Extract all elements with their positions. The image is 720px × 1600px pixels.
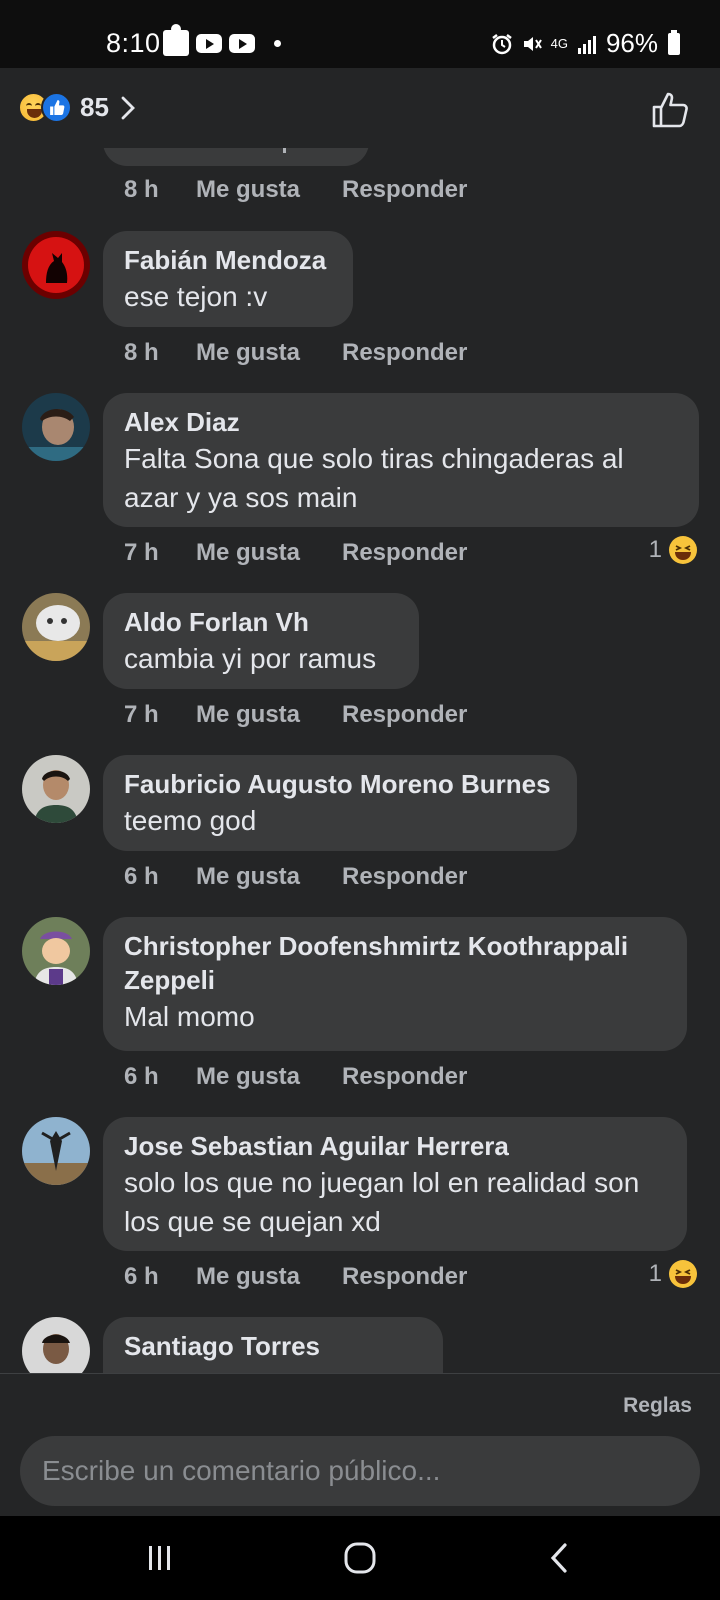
comment-actions: 8 h Me gusta Responder	[124, 176, 467, 204]
youtube-icon	[196, 33, 222, 53]
like-link[interactable]: Me gusta	[196, 539, 342, 567]
dot-icon	[274, 39, 281, 47]
reaction-summary[interactable]: 85	[18, 92, 137, 123]
reply-link[interactable]: Responder	[342, 176, 467, 204]
reply-link[interactable]: Responder	[342, 701, 467, 729]
reaction-count: 1	[648, 536, 662, 563]
comment-author[interactable]: Santiago Torres	[124, 1329, 423, 1363]
comment-bubble[interactable]: Faubricio Augusto Moreno Burnes teemo go…	[103, 755, 577, 851]
comment-time: 8 h	[124, 339, 159, 366]
comment-time: 7 h	[124, 701, 159, 728]
battery-icon	[668, 29, 680, 55]
like-link[interactable]: Me gusta	[196, 1263, 342, 1291]
like-link[interactable]: Me gusta	[196, 863, 342, 891]
back-button[interactable]	[500, 1516, 620, 1600]
home-icon	[344, 1542, 376, 1574]
like-link[interactable]: Me gusta	[196, 1063, 342, 1091]
rules-link[interactable]: Reglas	[623, 1394, 692, 1418]
comment-reactions[interactable]: 1	[649, 1259, 698, 1289]
person-avatar[interactable]	[22, 393, 90, 461]
reply-link[interactable]: Responder	[342, 1263, 467, 1291]
cat-avatar[interactable]	[22, 593, 90, 661]
comment-text: cambia yi por ramus	[124, 643, 377, 674]
like-link[interactable]: Me gusta	[196, 176, 342, 204]
comment-text: Falta Sona que solo tiras chingaderas al…	[124, 443, 624, 513]
comment-list[interactable]: 8 h Me gusta Responder Fabián Mendoza es…	[0, 148, 720, 1373]
comment-actions: 6 h Me gusta Responder	[124, 863, 467, 891]
wolf-avatar[interactable]	[22, 231, 90, 299]
figure-avatar[interactable]	[22, 1117, 90, 1185]
comment-bubble[interactable]: Christopher Doofenshmirtz Koothrappali Z…	[103, 917, 687, 1051]
reaction-count: 85	[80, 92, 109, 122]
comment-bubble[interactable]: Santiago Torres	[103, 1317, 443, 1373]
comment-text: teemo god	[124, 805, 257, 836]
comment-time: 7 h	[124, 539, 159, 566]
system-icons: 4G 96%	[491, 28, 680, 59]
recents-button[interactable]	[100, 1516, 220, 1600]
like-icon	[41, 92, 72, 123]
comment-bubble[interactable]: Jose Sebastian Aguilar Herrera solo los …	[103, 1117, 687, 1251]
alarm-icon	[491, 33, 512, 54]
status-bar: 8:10 4G 96%	[0, 0, 720, 68]
comment-time: 6 h	[124, 863, 159, 890]
comment-bubble[interactable]: Alex Diaz Falta Sona que solo tiras chin…	[103, 393, 699, 527]
haha-icon	[669, 1260, 697, 1288]
comment-actions: 6 h Me gusta Responder	[124, 1263, 467, 1291]
notification-icons	[163, 24, 281, 56]
comment-time: 6 h	[124, 1063, 159, 1090]
like-link[interactable]: Me gusta	[196, 701, 342, 729]
back-icon	[550, 1543, 567, 1573]
comment-author[interactable]: Christopher Doofenshmirtz Koothrappali Z…	[124, 929, 664, 997]
reply-link[interactable]: Responder	[342, 1063, 467, 1091]
partial-comment-bubble	[103, 148, 369, 166]
mute-icon	[523, 36, 542, 51]
recents-icon	[149, 1546, 170, 1570]
like-link[interactable]: Me gusta	[196, 339, 342, 367]
comment-actions: 7 h Me gusta Responder	[124, 539, 467, 567]
navigation-bar	[0, 1516, 720, 1600]
comment-author[interactable]: Aldo Forlan Vh	[124, 605, 399, 639]
comment-text: solo los que no juegan lol en realidad s…	[124, 1167, 640, 1237]
comment-actions: 8 h Me gusta Responder	[124, 339, 467, 367]
network-type: 4G	[550, 35, 568, 51]
home-button[interactable]	[300, 1516, 420, 1600]
comment-author[interactable]: Alex Diaz	[124, 405, 679, 439]
comment-composer: Reglas	[0, 1373, 720, 1513]
comment-time: 6 h	[124, 1263, 159, 1290]
haha-icon	[669, 536, 697, 564]
comment-bubble[interactable]: Fabián Mendoza ese tejon :v	[103, 231, 353, 327]
comment-actions: 7 h Me gusta Responder	[124, 701, 467, 729]
battery-percent: 96%	[605, 28, 658, 58]
comment-actions: 6 h Me gusta Responder	[124, 1063, 467, 1091]
comment-reactions[interactable]: 1	[649, 535, 698, 565]
chevron-right-icon	[121, 96, 135, 119]
comment-input[interactable]	[20, 1436, 700, 1506]
person-avatar[interactable]	[22, 1317, 90, 1373]
comment-text: Mal momo	[124, 1001, 255, 1032]
puzzle-icon	[163, 24, 189, 56]
comment-author[interactable]: Fabián Mendoza	[124, 243, 333, 277]
reaction-count: 1	[648, 1260, 662, 1287]
comment-text: ese tejon :v	[124, 281, 268, 312]
screen: 8:10 4G 96% 85 8 h Me gusta Responder Fa…	[0, 0, 720, 1600]
status-time: 8:10	[106, 28, 161, 58]
comments-header: 85	[0, 68, 720, 148]
comment-author[interactable]: Jose Sebastian Aguilar Herrera	[124, 1129, 667, 1163]
youtube-icon	[229, 33, 255, 53]
reply-link[interactable]: Responder	[342, 863, 467, 891]
reply-link[interactable]: Responder	[342, 539, 467, 567]
comment-time: 8 h	[124, 176, 159, 203]
person-avatar[interactable]	[22, 755, 90, 823]
signal-icon	[577, 35, 596, 54]
comment-author[interactable]: Faubricio Augusto Moreno Burnes	[124, 767, 557, 801]
thumbs-up-icon[interactable]	[650, 90, 690, 130]
reply-link[interactable]: Responder	[342, 339, 467, 367]
cartoon-avatar[interactable]	[22, 917, 90, 985]
comment-bubble[interactable]: Aldo Forlan Vh cambia yi por ramus	[103, 593, 419, 689]
